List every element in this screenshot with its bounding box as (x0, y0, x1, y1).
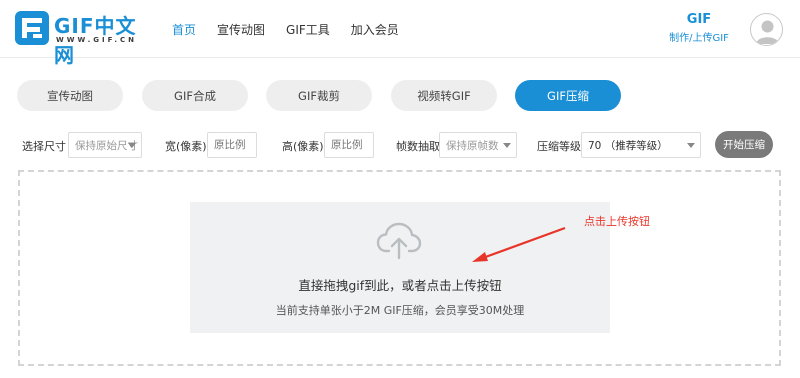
drop-limit-note: 当前支持单张小于2M GIF压缩，会员享受30M处理 (275, 304, 525, 317)
tab-gif-compress[interactable]: GIF压缩 (515, 80, 621, 111)
compress-settings: 选择尺寸 保持原始尺寸 宽(像素) 高(像素) 帧数抽取 保持原帧数 压缩等级 … (0, 130, 800, 160)
size-label: 选择尺寸 (22, 140, 66, 153)
height-input[interactable] (324, 132, 374, 158)
frame-select-value: 保持原帧数 (446, 139, 499, 152)
width-label: 宽(像素) (165, 140, 207, 153)
user-avatar-icon (756, 20, 779, 44)
logo-domain: WWW.GIF.CN (56, 36, 138, 44)
tab-gif-compose[interactable]: GIF合成 (142, 80, 248, 111)
nav-item-home[interactable]: 首页 (172, 21, 196, 38)
tab-video-to-gif[interactable]: 视频转GIF (391, 80, 497, 111)
avatar[interactable] (750, 13, 783, 46)
nav-item-promo-gif[interactable]: 宣传动图 (217, 21, 265, 38)
start-compress-button[interactable]: 开始压缩 (715, 131, 773, 158)
drop-instruction: 直接拖拽gif到此，或者点击上传按钮 (298, 278, 502, 293)
cloud-upload-icon (376, 222, 422, 260)
chevron-down-icon (128, 143, 136, 148)
make-upload-link[interactable]: 制作/上传GIF (664, 29, 734, 44)
logo-icon (15, 11, 49, 45)
level-label: 压缩等级 (537, 140, 581, 153)
level-select-value: 70 （推荐等级） (588, 139, 668, 152)
tab-promo-gif[interactable]: 宣传动图 (17, 80, 123, 111)
top-header: GIF中文网 WWW.GIF.CN 首页 宣传动图 GIF工具 加入会员 GIF… (0, 0, 800, 67)
size-select[interactable]: 保持原始尺寸 (68, 132, 142, 158)
chevron-down-icon (503, 143, 511, 148)
height-label: 高(像素) (282, 140, 324, 153)
user-menu: GIF 制作/上传GIF (664, 12, 734, 44)
nav-item-gif-tools[interactable]: GIF工具 (286, 21, 330, 38)
user-gif-label[interactable]: GIF (664, 12, 734, 27)
level-select[interactable]: 70 （推荐等级） (581, 132, 701, 158)
frame-label: 帧数抽取 (396, 140, 440, 153)
site-logo[interactable]: GIF中文网 WWW.GIF.CN (14, 8, 149, 67)
tab-gif-crop[interactable]: GIF裁剪 (266, 80, 372, 111)
width-input[interactable] (207, 132, 257, 158)
upload-area[interactable]: 直接拖拽gif到此，或者点击上传按钮 当前支持单张小于2M GIF压缩，会员享受… (190, 202, 610, 333)
upload-annotation: 点击上传按钮 (584, 215, 650, 228)
chevron-down-icon (687, 143, 695, 148)
main-nav: 首页 宣传动图 GIF工具 加入会员 (172, 0, 420, 58)
nav-item-join-member[interactable]: 加入会员 (351, 21, 399, 38)
frame-select[interactable]: 保持原帧数 (439, 132, 517, 158)
